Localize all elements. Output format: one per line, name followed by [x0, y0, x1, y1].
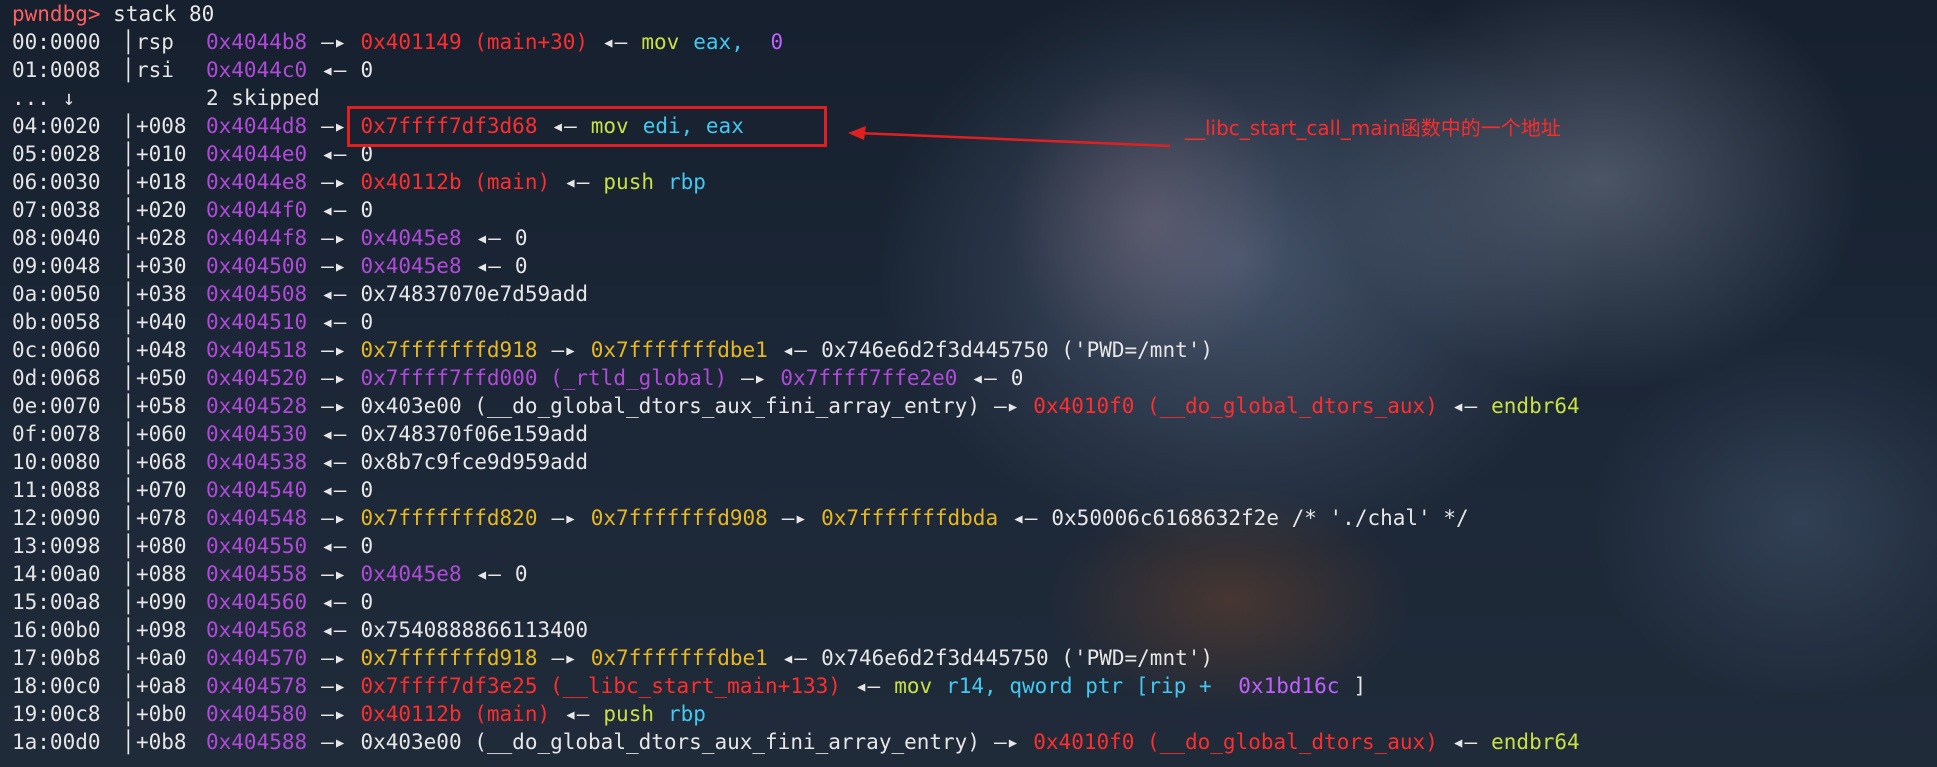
annotation-text: __libc_start_call_main函数中的一个地址: [1185, 116, 1561, 140]
terminal-window: pwndbg> stack 80 00:0000 │rsp 0x4044b8 —▸ 0x…: [0, 0, 1937, 767]
annotation-arrow-icon: [848, 126, 1171, 148]
